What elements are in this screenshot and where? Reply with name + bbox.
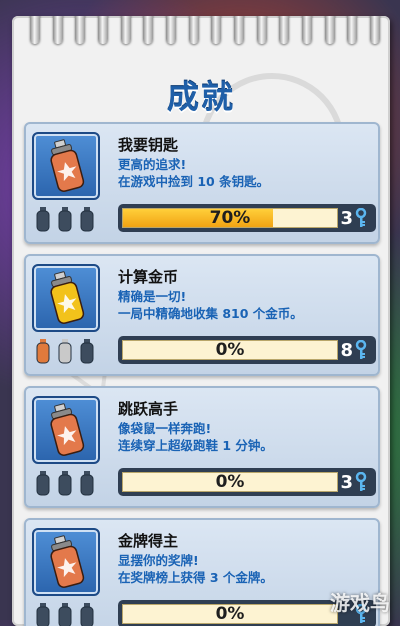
tier-indicators: [32, 468, 98, 496]
binding-ring: [75, 16, 86, 44]
binding-ring: [211, 16, 222, 44]
achievement-card[interactable]: 跳跃高手 像袋鼠一样奔跑! 连续穿上超级跑鞋 1 分钟。 0% 3: [24, 386, 380, 508]
watermark-text: 游戏鸟: [330, 591, 390, 615]
achievement-tagline: 精确是一切!: [118, 289, 187, 304]
binding-ring: [97, 16, 108, 44]
reward: 3: [336, 470, 368, 494]
achievement-goal: 在奖牌榜上获得 3 个金牌。: [118, 570, 273, 585]
key-icon: [355, 472, 367, 491]
achievement-icon-box: [32, 528, 100, 596]
achievement-card[interactable]: 我要钥匙 更高的追求! 在游戏中捡到 10 条钥匙。 70% 3: [24, 122, 380, 244]
achievement-description: 精确是一切! 一局中精确地收集 810 个金币。: [118, 288, 378, 322]
spray-can-silhouette-icon: [36, 339, 50, 364]
binding-ring: [165, 16, 176, 44]
achievement-goal: 在游戏中捡到 10 条钥匙。: [118, 174, 270, 189]
spray-can-silhouette-icon: [80, 603, 94, 626]
achievement-name: 我要钥匙: [118, 136, 179, 154]
binding-ring: [52, 16, 63, 44]
page-title: 成就: [166, 78, 235, 116]
achievement-name: 计算金币: [118, 268, 179, 286]
progress-bar: 0%: [122, 340, 338, 360]
key-icon: [355, 208, 367, 227]
progress-percent: 70%: [209, 208, 251, 228]
progress-percent: 0%: [215, 604, 245, 624]
spray-can-silhouette-icon: [36, 207, 50, 232]
binding-ring: [143, 16, 154, 44]
spray-can-silhouette-icon: [36, 603, 50, 626]
spray-can-silhouette-icon: [58, 207, 72, 232]
achievements-notebook: 成就 我要钥匙 更高的追求! 在游戏中捡到 10 条钥匙。 70% 3 计算金币…: [12, 16, 390, 626]
progress-percent: 0%: [215, 472, 245, 492]
binding-ring: [233, 16, 244, 44]
achievement-icon-box: [32, 132, 100, 200]
binding-ring: [256, 16, 267, 44]
key-icon: [355, 340, 367, 359]
binding-ring: [30, 16, 40, 44]
spray-can-icon: [50, 271, 85, 324]
spray-can-silhouette-icon: [58, 471, 72, 496]
progress-panel: 0% 8: [118, 336, 376, 364]
spiral-binding: [30, 16, 380, 50]
progress-panel: 0% 3: [118, 468, 376, 496]
achievement-name: 金牌得主: [118, 532, 179, 550]
tier-indicators: [32, 204, 98, 232]
achievement-tagline: 像袋鼠一样奔跑!: [118, 421, 212, 436]
reward-count: 3: [340, 207, 353, 229]
spray-can-silhouette-icon: [58, 603, 72, 626]
reward-count: 8: [340, 339, 353, 361]
binding-ring: [347, 16, 358, 44]
progress-percent: 0%: [215, 340, 245, 360]
binding-ring: [188, 16, 199, 44]
reward: 8: [336, 338, 368, 362]
progress-panel: 70% 3: [118, 204, 376, 232]
binding-ring: [279, 16, 290, 44]
achievement-description: 更高的追求! 在游戏中捡到 10 条钥匙。: [118, 156, 378, 190]
progress-bar: 0%: [122, 604, 338, 624]
achievement-goal: 一局中精确地收集 810 个金币。: [118, 306, 303, 321]
achievement-card[interactable]: 金牌得主 显摆你的奖牌! 在奖牌榜上获得 3 个金牌。 0%: [24, 518, 380, 626]
achievement-name: 跳跃高手: [118, 400, 179, 418]
achievement-icon-box: [32, 264, 100, 332]
achievement-tagline: 显摆你的奖牌!: [118, 553, 199, 568]
spray-can-icon: [50, 403, 85, 456]
achievement-card[interactable]: 计算金币 精确是一切! 一局中精确地收集 810 个金币。 0% 8: [24, 254, 380, 376]
achievement-tagline: 更高的追求!: [118, 157, 187, 172]
achievement-icon-box: [32, 396, 100, 464]
spray-can-silhouette-icon: [36, 471, 50, 496]
binding-ring: [324, 16, 335, 44]
spray-can-silhouette-icon: [80, 471, 94, 496]
achievement-list[interactable]: 我要钥匙 更高的追求! 在游戏中捡到 10 条钥匙。 70% 3 计算金币 精确…: [24, 122, 380, 626]
reward: 3: [336, 206, 368, 230]
achievement-description: 像袋鼠一样奔跑! 连续穿上超级跑鞋 1 分钟。: [118, 420, 378, 454]
tier-indicators: [32, 336, 98, 364]
spray-can-silhouette-icon: [80, 207, 94, 232]
tier-indicators: [32, 600, 98, 626]
progress-bar: 0%: [122, 472, 338, 492]
spray-can-icon: [50, 139, 85, 192]
progress-bar: 70%: [122, 208, 338, 228]
spray-can-icon: [50, 535, 85, 588]
spray-can-silhouette-icon: [80, 339, 94, 364]
achievement-description: 显摆你的奖牌! 在奖牌榜上获得 3 个金牌。: [118, 552, 378, 586]
achievement-goal: 连续穿上超级跑鞋 1 分钟。: [118, 438, 273, 453]
binding-ring: [369, 16, 380, 44]
reward-count: 3: [340, 471, 353, 493]
binding-ring: [120, 16, 131, 44]
spray-can-silhouette-icon: [58, 339, 72, 364]
binding-ring: [301, 16, 312, 44]
